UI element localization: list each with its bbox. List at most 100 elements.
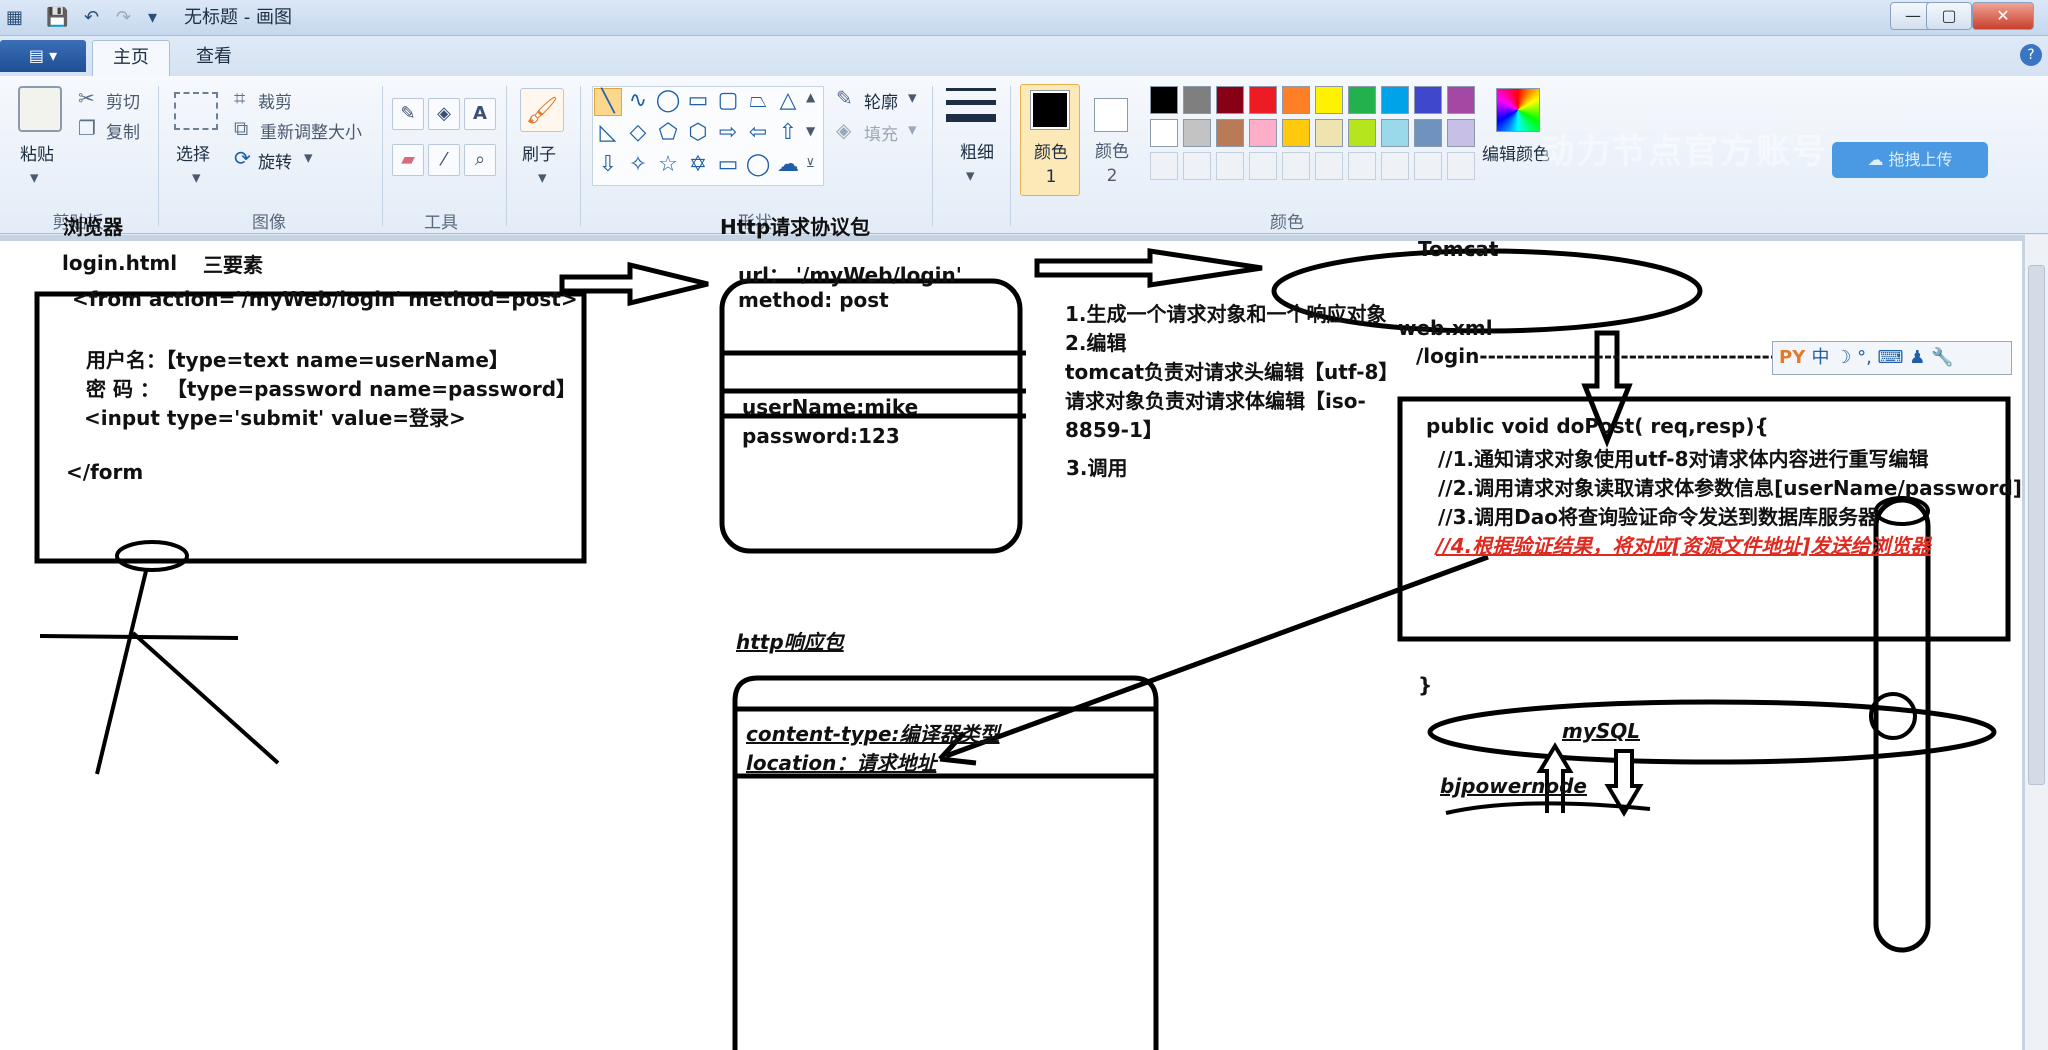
drawing-canvas[interactable]: 浏览器 login.html 三要素 <from action='/myWeb/… (0, 215, 2022, 1050)
resize-button[interactable]: 重新调整大小 (260, 118, 362, 143)
brush-dropdown-icon[interactable]: ▾ (538, 168, 547, 188)
rounded-rectangle-shape-icon[interactable]: ▢ (714, 88, 742, 116)
undo-icon[interactable]: ↶ (84, 4, 99, 32)
outline-button[interactable]: 轮廓 (864, 88, 898, 113)
oval-callout-shape-icon[interactable]: ◯ (744, 152, 772, 180)
color-swatch[interactable] (1381, 86, 1409, 114)
up-arrow-shape-icon[interactable]: ⇧ (774, 120, 802, 148)
fill-bucket-icon[interactable]: ◈ (428, 98, 460, 130)
paste-dropdown-icon[interactable]: ▾ (30, 168, 39, 188)
eraser-icon[interactable]: ▰ (392, 144, 424, 176)
custom-color-slot[interactable] (1150, 152, 1178, 180)
curve-shape-icon[interactable]: ∿ (624, 88, 652, 116)
custom-color-slot[interactable] (1315, 152, 1343, 180)
color-picker-icon[interactable]: ⁄ (428, 144, 460, 176)
gallery-scroll-up-icon[interactable]: ▲ (806, 90, 815, 104)
color-swatch[interactable] (1216, 119, 1244, 147)
color-swatch[interactable] (1216, 86, 1244, 114)
select-button[interactable]: 选择 (176, 140, 210, 165)
polygon-shape-icon[interactable]: ⏢ (744, 88, 772, 116)
custom-color-slot[interactable] (1348, 152, 1376, 180)
left-arrow-shape-icon[interactable]: ⇦ (744, 120, 772, 148)
paste-button[interactable]: 粘贴 (20, 140, 54, 165)
color-swatch[interactable] (1414, 86, 1442, 114)
down-arrow-shape-icon[interactable]: ⇩ (594, 152, 622, 180)
help-icon[interactable]: ? (2020, 44, 2042, 66)
color-swatch[interactable] (1249, 86, 1277, 114)
hexagon-shape-icon[interactable]: ⬡ (684, 120, 712, 148)
fill-button[interactable]: 填充 (864, 120, 898, 145)
gallery-expand-icon[interactable]: ⊻ (806, 156, 815, 170)
paste-icon[interactable] (18, 86, 62, 132)
color-swatch[interactable] (1183, 86, 1211, 114)
gallery-scroll-down-icon[interactable]: ▼ (806, 124, 815, 138)
cut-button[interactable]: 剪切 (106, 88, 140, 113)
close-button[interactable]: ✕ (1972, 2, 2034, 30)
edit-colors-icon[interactable] (1496, 88, 1540, 132)
rotate-dropdown-icon[interactable]: ▾ (304, 148, 313, 168)
six-point-star-shape-icon[interactable]: ✡ (684, 152, 712, 180)
ime-toolbar[interactable]: PY 中 ☽ °, ⌨ ♟ 🔧 (1772, 341, 2012, 375)
maximize-button[interactable]: ▢ (1926, 2, 1972, 30)
upload-button[interactable]: ☁ 拖拽上传 (1832, 142, 1988, 178)
custom-color-slot[interactable] (1216, 152, 1244, 180)
cloud-callout-shape-icon[interactable]: ☁ (774, 152, 802, 180)
tab-home[interactable]: 主页 (92, 40, 170, 76)
redo-icon[interactable]: ↷ (116, 4, 131, 32)
color-swatch[interactable] (1282, 119, 1310, 147)
color-swatch[interactable] (1348, 119, 1376, 147)
color-swatch[interactable] (1315, 119, 1343, 147)
color-swatch[interactable] (1315, 86, 1343, 114)
color-swatch[interactable] (1282, 86, 1310, 114)
color-swatch[interactable] (1381, 119, 1409, 147)
fill-dropdown-icon[interactable]: ▾ (908, 120, 917, 140)
color-swatch[interactable] (1447, 119, 1475, 147)
crop-button[interactable]: 裁剪 (258, 88, 292, 113)
color-swatch[interactable] (1414, 119, 1442, 147)
rotate-button[interactable]: 旋转 (258, 148, 292, 173)
color1-selector[interactable]: 颜色 1 (1020, 84, 1080, 196)
color-swatch[interactable] (1447, 86, 1475, 114)
text-tool-icon[interactable]: A (464, 98, 496, 130)
five-point-star-shape-icon[interactable]: ☆ (654, 152, 682, 180)
line-shape-icon[interactable]: ╲ (594, 88, 622, 116)
outline-dropdown-icon[interactable]: ▾ (908, 88, 917, 108)
copy-button[interactable]: 复制 (106, 118, 140, 143)
magnifier-icon[interactable]: ⌕ (464, 144, 496, 176)
color-swatch[interactable] (1249, 119, 1277, 147)
custom-color-slot[interactable] (1414, 152, 1442, 180)
scrollbar-thumb[interactable] (2028, 265, 2045, 785)
brush-button[interactable]: 刷子 (522, 140, 556, 165)
size-dropdown-icon[interactable]: ▾ (966, 166, 975, 186)
custom-color-slot[interactable] (1282, 152, 1310, 180)
file-menu-button[interactable]: ▤ ▾ (0, 40, 86, 72)
triangle-shape-icon[interactable]: △ (774, 88, 802, 116)
color-swatch[interactable] (1150, 86, 1178, 114)
vertical-scrollbar[interactable] (2024, 235, 2048, 1050)
custom-color-slot[interactable] (1249, 152, 1277, 180)
color-swatch[interactable] (1348, 86, 1376, 114)
custom-color-slot[interactable] (1381, 152, 1409, 180)
select-dropdown-icon[interactable]: ▾ (192, 168, 201, 188)
custom-color-slot[interactable] (1447, 152, 1475, 180)
diamond-shape-icon[interactable]: ◇ (624, 120, 652, 148)
select-icon[interactable] (174, 92, 218, 130)
four-point-star-shape-icon[interactable]: ✧ (624, 152, 652, 180)
paint-app-icon[interactable]: ▦ (6, 4, 23, 32)
custom-color-slot[interactable] (1183, 152, 1211, 180)
tab-view[interactable]: 查看 (176, 40, 252, 76)
color-swatch[interactable] (1183, 119, 1211, 147)
right-arrow-shape-icon[interactable]: ⇨ (714, 120, 742, 148)
color2-selector[interactable]: 颜色 2 (1086, 84, 1140, 196)
color-swatch[interactable] (1150, 119, 1178, 147)
rectangle-shape-icon[interactable]: ▭ (684, 88, 712, 116)
customize-quick-access-icon[interactable]: ▾ (148, 4, 157, 32)
pentagon-shape-icon[interactable]: ⬠ (654, 120, 682, 148)
pencil-icon[interactable]: ✎ (392, 98, 424, 130)
save-icon[interactable]: 💾 (46, 4, 68, 32)
size-button-label[interactable]: 粗细 (960, 138, 994, 163)
right-triangle-shape-icon[interactable]: ◺ (594, 120, 622, 148)
rect-callout-shape-icon[interactable]: ▭ (714, 152, 742, 180)
oval-shape-icon[interactable]: ◯ (654, 88, 682, 116)
brush-icon[interactable]: 🖌 (520, 88, 564, 132)
